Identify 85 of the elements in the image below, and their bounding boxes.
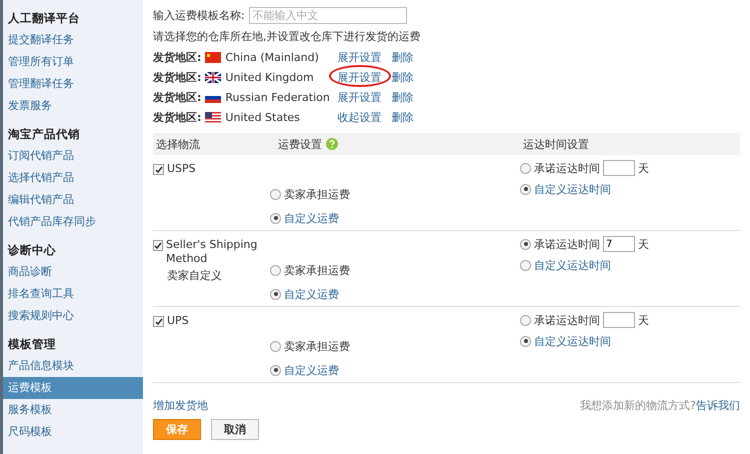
promise-time-radio[interactable] — [520, 238, 531, 250]
sidebar-section-title: 模板管理 — [6, 336, 57, 353]
custom-time-link[interactable]: 自定义运达时间 — [534, 182, 611, 196]
column-header: 运费设置 — [278, 136, 322, 152]
custom-time-link[interactable]: 自定义运达时间 — [534, 258, 611, 272]
toggle-settings-link[interactable]: 展开设置 — [337, 70, 382, 84]
days-unit: 天 — [638, 160, 649, 176]
country-name: United States — [225, 110, 301, 124]
sidebar-item[interactable]: 商品诊断 — [3, 261, 143, 283]
custom-time-radio[interactable] — [520, 260, 531, 270]
fee-radio[interactable] — [270, 340, 281, 352]
carrier-checkbox[interactable] — [153, 316, 164, 327]
sidebar-item[interactable]: 代销产品库存同步 — [3, 211, 143, 233]
feedback-text: 我想添加新的物流方式? — [580, 398, 696, 412]
days-field[interactable] — [603, 312, 635, 328]
days-unit: 天 — [638, 236, 649, 252]
promise-time-label: 承诺运达时间 — [534, 312, 600, 328]
sidebar-section-title: 人工翻译平台 — [7, 10, 81, 27]
cancel-button[interactable]: 取消 — [211, 418, 259, 440]
days-unit: 天 — [638, 312, 649, 328]
delete-link[interactable]: 删除 — [391, 90, 414, 104]
sidebar-item[interactable]: 提交翻译任务 — [3, 29, 143, 51]
fee-radio[interactable] — [270, 364, 281, 376]
toggle-settings-link[interactable]: 展开设置 — [337, 90, 382, 104]
fee-radio[interactable] — [270, 188, 281, 200]
toggle-settings-link[interactable]: 收起设置 — [337, 110, 382, 124]
sidebar-item[interactable]: 运费模板 — [3, 377, 143, 399]
sidebar-section-title: 诊断中心 — [6, 242, 57, 259]
fee-option-label: 卖家承担运费 — [284, 186, 350, 202]
flag-icon — [205, 72, 222, 82]
fee-option-link[interactable]: 自定义运费 — [284, 210, 339, 226]
sidebar-item[interactable]: 排名查询工具 — [3, 283, 143, 305]
origin-label: 发货地区: — [153, 70, 202, 84]
feedback-link[interactable]: 告诉我们 — [696, 398, 740, 412]
template-name-label: 输入运费模板名称: — [153, 8, 245, 22]
fee-radio[interactable] — [270, 212, 281, 224]
carrier-subname: 卖家自定义 — [166, 268, 223, 283]
origin-label: 发货地区: — [153, 110, 202, 124]
add-origin-link[interactable]: 增加发货地 — [153, 398, 208, 412]
flag-icon — [205, 112, 222, 122]
carrier-checkbox[interactable] — [153, 240, 163, 251]
promise-time-label: 承诺运达时间 — [534, 160, 600, 176]
origin-label: 发货地区: — [153, 90, 202, 104]
days-field[interactable] — [603, 160, 635, 176]
sidebar-section-title: 淘宝产品代销 — [7, 126, 81, 143]
sidebar-item[interactable]: 服务模板 — [3, 399, 143, 421]
promise-time-radio[interactable] — [520, 162, 531, 174]
column-header: 选择物流 — [156, 136, 201, 152]
custom-time-radio[interactable] — [520, 184, 531, 194]
sidebar-item[interactable]: 选择代销产品 — [3, 167, 143, 189]
sidebar-item[interactable]: 尺码模板 — [3, 421, 143, 443]
days-field[interactable]: 7 — [603, 236, 635, 252]
fee-option-label: 卖家承担运费 — [284, 338, 350, 354]
carrier-name: UPS — [167, 314, 189, 328]
carrier-name: USPS — [167, 162, 196, 176]
sidebar-item[interactable]: 搜索规则中心 — [3, 305, 143, 327]
delete-link[interactable]: 删除 — [391, 70, 414, 84]
promise-time-radio[interactable] — [520, 314, 531, 326]
promise-time-label: 承诺运达时间 — [534, 236, 600, 252]
fee-radio[interactable] — [270, 288, 281, 300]
sidebar-item[interactable]: 管理翻译任务 — [3, 73, 143, 95]
fee-option-link[interactable]: 自定义运费 — [284, 286, 339, 302]
sidebar-item[interactable]: 管理所有订单 — [3, 51, 143, 73]
template-name-field[interactable]: 不能输入中文 — [248, 6, 407, 24]
delete-link[interactable]: 删除 — [391, 110, 414, 124]
carrier-checkbox[interactable] — [153, 164, 164, 175]
fee-radio[interactable] — [270, 264, 281, 276]
hint-text: 请选择您的仓库所在地,并设置改仓库下进行发货的运费 — [153, 28, 420, 44]
fee-option-label: 卖家承担运费 — [284, 262, 350, 278]
fee-option-link[interactable]: 自定义运费 — [284, 362, 339, 378]
custom-time-link[interactable]: 自定义运达时间 — [534, 334, 611, 348]
sidebar-item[interactable]: 发票服务 — [3, 95, 143, 117]
sidebar-item[interactable]: 编辑代销产品 — [3, 189, 143, 211]
country-name: United Kingdom — [225, 70, 315, 84]
carrier-name: Seller's Shipping Method — [166, 238, 258, 266]
flag-icon — [205, 52, 222, 62]
toggle-settings-link[interactable]: 展开设置 — [337, 50, 382, 64]
column-header: 运达时间设置 — [523, 136, 590, 152]
country-name: China (Mainland) — [225, 50, 320, 64]
custom-time-radio[interactable] — [520, 336, 531, 346]
delete-link[interactable]: 删除 — [391, 50, 414, 64]
sidebar-item[interactable]: 产品信息模块 — [3, 355, 143, 377]
sidebar-item[interactable]: 订阅代销产品 — [3, 145, 143, 167]
origin-label: 发货地区: — [153, 50, 202, 64]
country-name: Russian Federation — [225, 90, 331, 104]
